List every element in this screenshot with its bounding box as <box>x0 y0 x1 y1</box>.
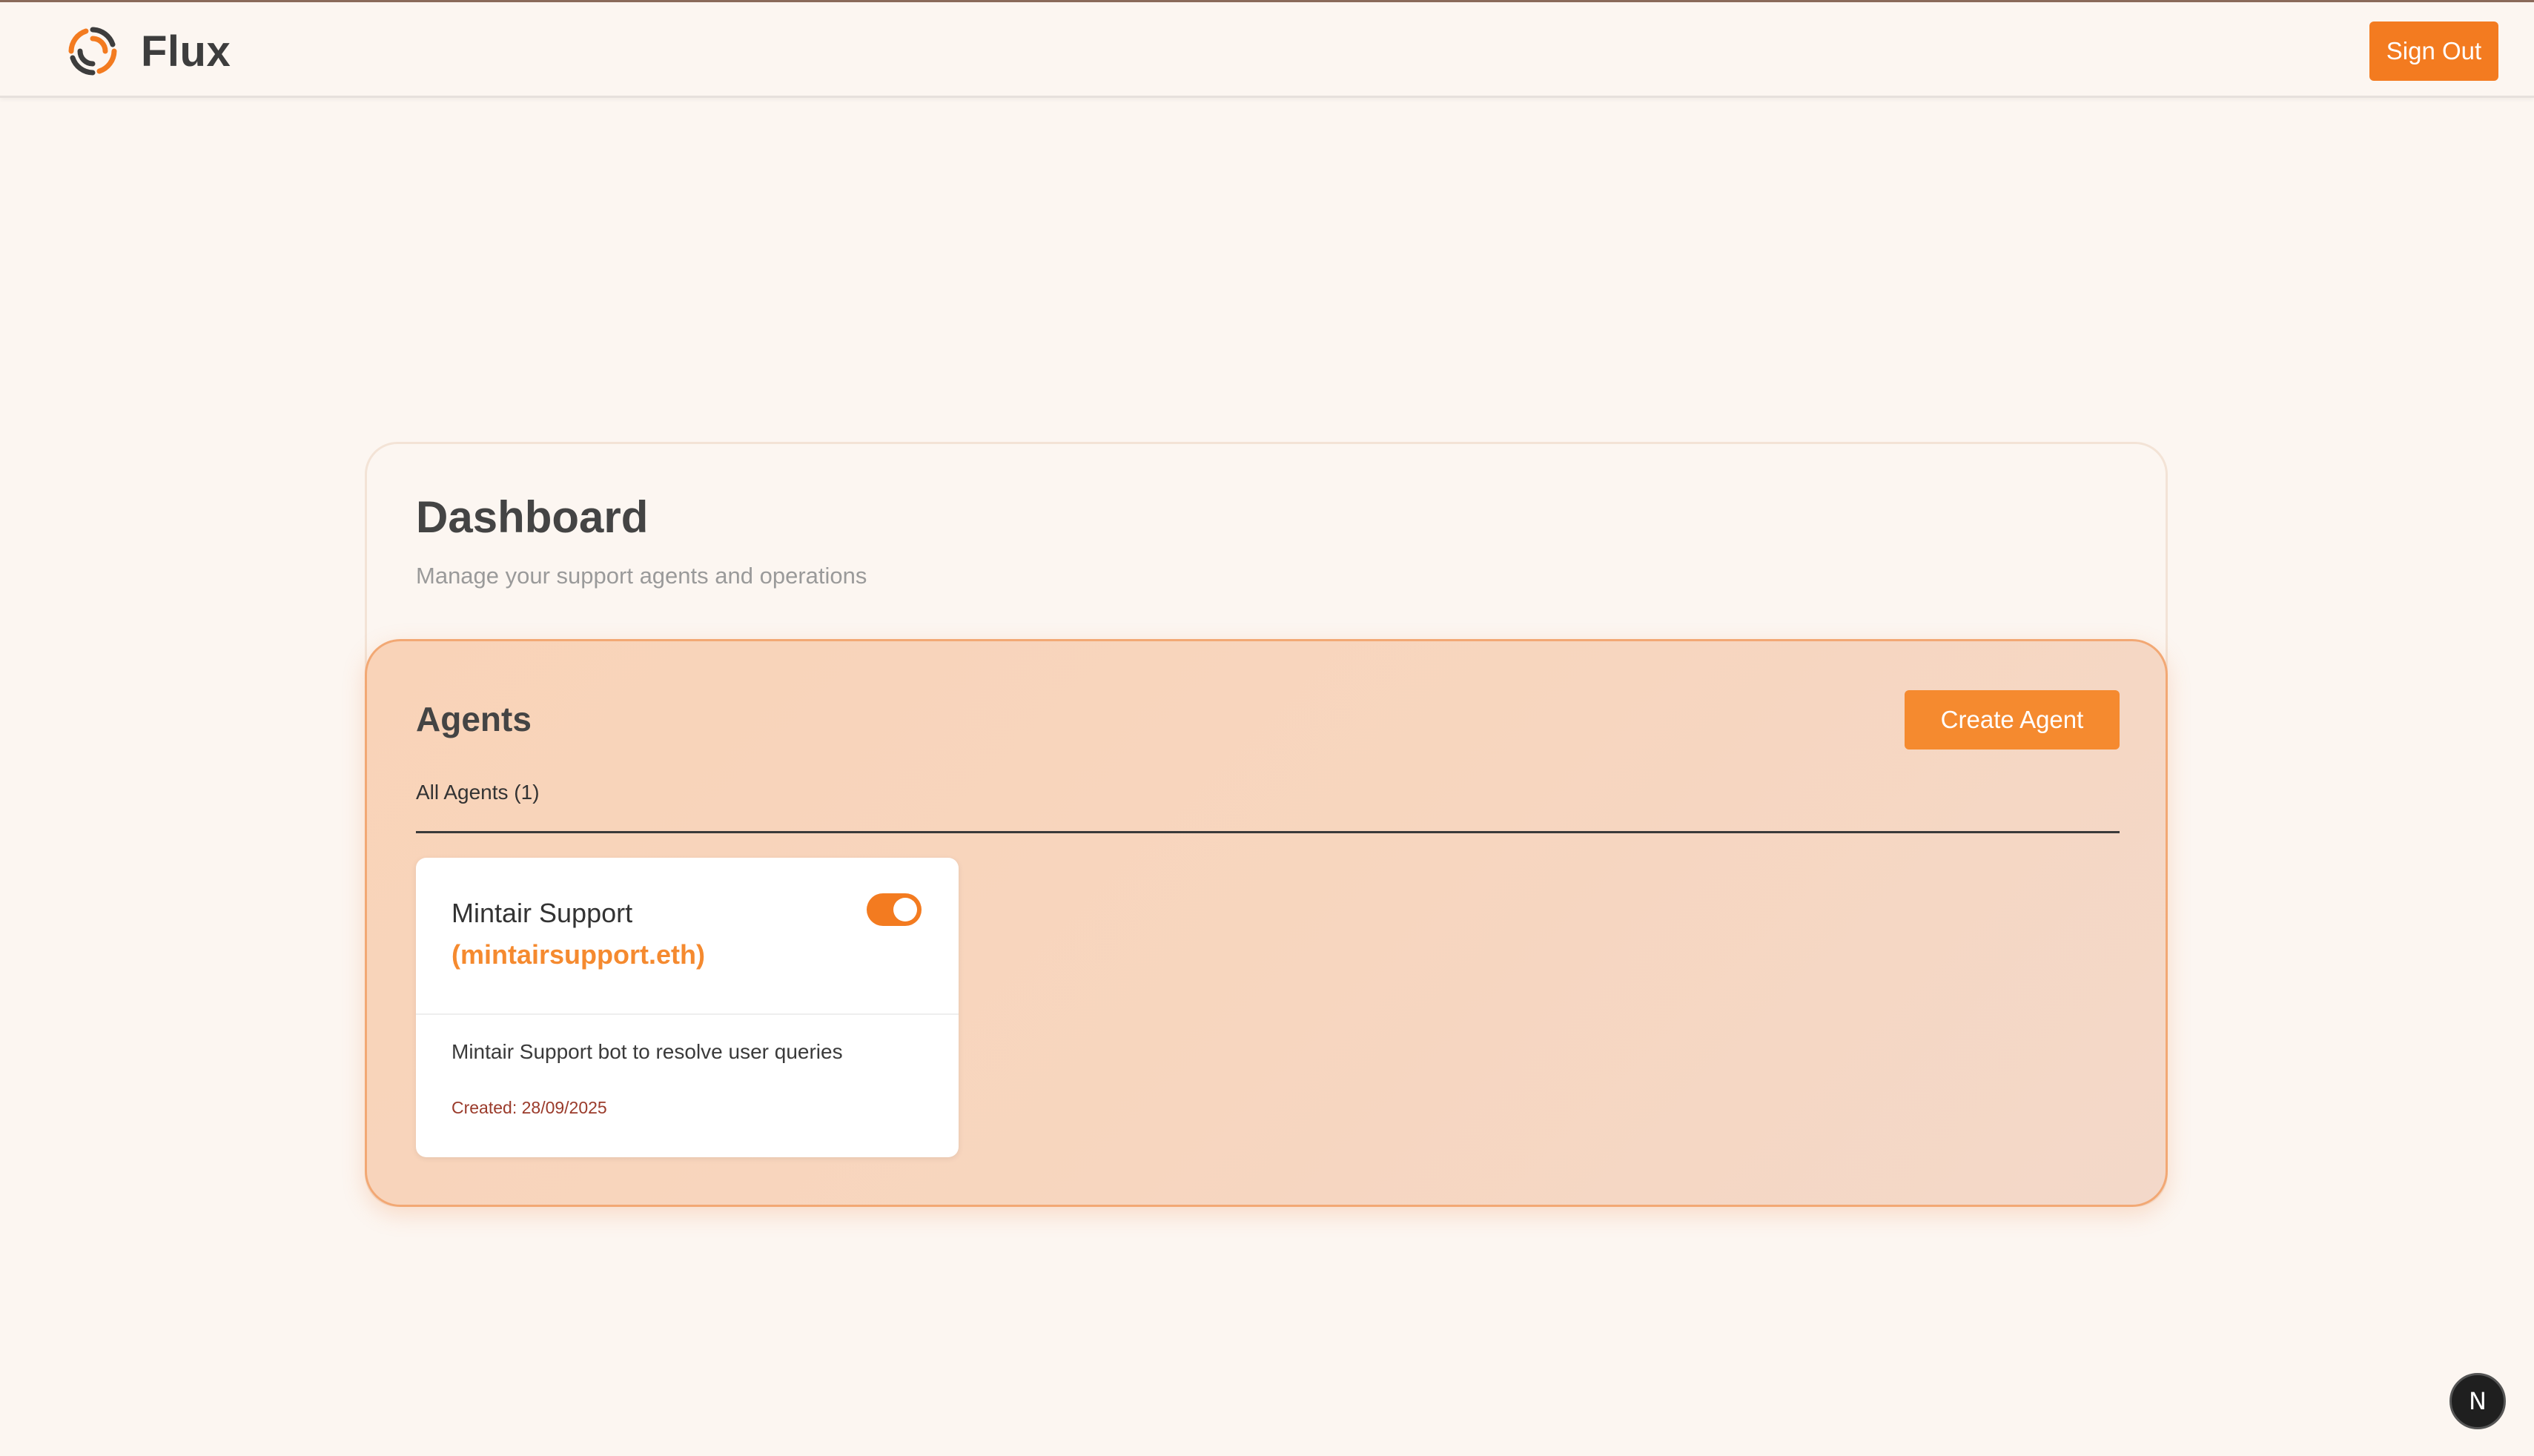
flux-logo-icon <box>68 27 117 76</box>
page-title: Dashboard <box>416 492 649 542</box>
agent-ens-name: (mintairsupport.eth) <box>451 939 705 970</box>
dev-tools-badge[interactable]: N <box>2449 1373 2506 1429</box>
brand[interactable]: Flux <box>65 20 231 82</box>
sign-out-button[interactable]: Sign Out <box>2369 21 2498 81</box>
card-divider <box>416 1013 959 1015</box>
create-agent-button[interactable]: Create Agent <box>1905 690 2120 749</box>
agent-enabled-toggle[interactable] <box>867 893 922 926</box>
agent-card[interactable]: Mintair Support (mintairsupport.eth) Min… <box>416 858 959 1157</box>
top-navbar: Flux Sign Out <box>0 0 2534 98</box>
tab-all-agents[interactable]: All Agents (1) <box>416 781 540 804</box>
agent-created-date: Created: 28/09/2025 <box>451 1098 607 1117</box>
agent-name: Mintair Support <box>451 898 633 928</box>
agent-description: Mintair Support bot to resolve user quer… <box>451 1040 843 1063</box>
page-subtitle: Manage your support agents and operation… <box>416 563 867 589</box>
tab-divider <box>416 831 2120 833</box>
app-name: Flux <box>141 27 231 76</box>
agents-panel: Agents Create Agent All Agents (1) Minta… <box>365 639 2168 1207</box>
agents-title: Agents <box>416 700 532 738</box>
toggle-knob <box>893 898 917 921</box>
